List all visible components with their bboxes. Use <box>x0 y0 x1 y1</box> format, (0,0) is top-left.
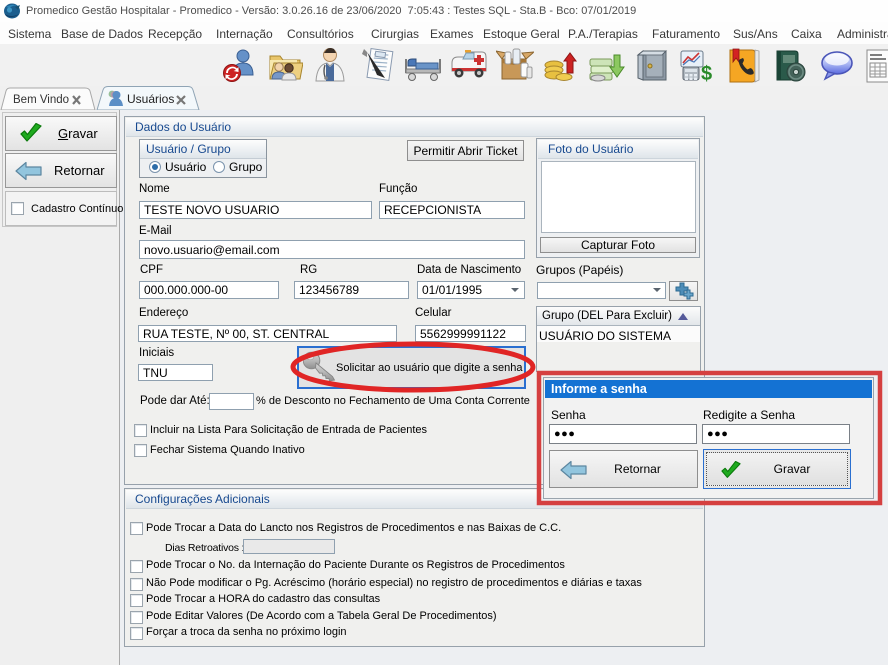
svg-text:Usuários: Usuários <box>127 92 174 106</box>
svg-text:Bem Vindo: Bem Vindo <box>13 94 69 106</box>
svg-text:$: $ <box>701 63 712 85</box>
